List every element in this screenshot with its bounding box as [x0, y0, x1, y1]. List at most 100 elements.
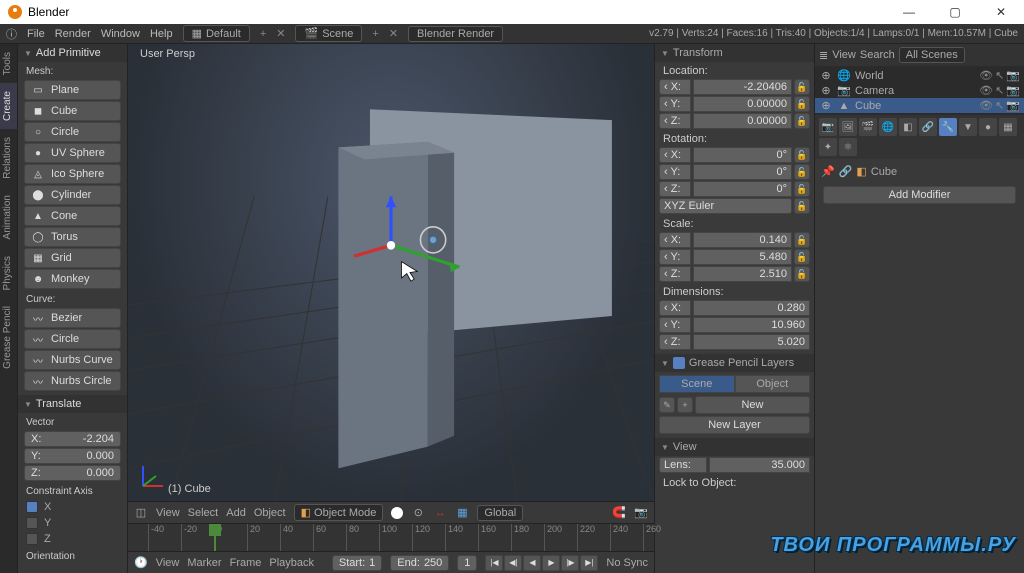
snap-icon[interactable]: 🧲 [612, 506, 626, 520]
prop-tab-data[interactable]: ▼ [959, 118, 977, 136]
timeline-icon[interactable]: 🕐 [134, 556, 148, 569]
renderable-icon[interactable]: 📷 [1006, 99, 1020, 112]
jump-start-button[interactable]: |◀ [485, 555, 503, 571]
mesh-cone-button[interactable]: ▲Cone [24, 206, 121, 226]
constraint-y-check[interactable]: Y [18, 515, 127, 531]
header-select[interactable]: Select [188, 507, 219, 519]
manipulator-icon[interactable]: ↔ [433, 506, 447, 520]
menu-file[interactable]: File [27, 28, 45, 40]
lock-icon[interactable]: 🔓 [794, 249, 810, 265]
add-modifier-dropdown[interactable]: Add Modifier [823, 186, 1016, 204]
translate-y-field[interactable]: Y:0.000 [24, 448, 121, 464]
lens-field[interactable]: 35.000 [709, 457, 810, 473]
mesh-ico-sphere-button[interactable]: ◬Ico Sphere [24, 164, 121, 184]
prop-tab-modifiers[interactable]: 🔧 [939, 118, 957, 136]
checkbox-icon[interactable] [673, 357, 685, 369]
layout-dropdown[interactable]: ▦ Default [183, 25, 250, 42]
gp-new-layer-button[interactable]: New Layer [659, 416, 810, 434]
rot-y-field[interactable]: 0° [693, 164, 792, 180]
timeline[interactable]: -40-200204060801001201401601802002202402… [128, 523, 654, 551]
shading-solid-icon[interactable] [391, 507, 403, 519]
menu-help[interactable]: Help [150, 28, 173, 40]
vtab-relations[interactable]: Relations [0, 129, 17, 187]
playhead[interactable] [214, 524, 216, 551]
mesh-monkey-button[interactable]: ☻Monkey [24, 269, 121, 289]
expand-icon[interactable]: ⊕ [819, 99, 833, 112]
rotation-mode-dropdown[interactable]: XYZ Euler [659, 198, 792, 214]
orientation-dropdown[interactable]: Global [477, 505, 523, 521]
constraint-x-check[interactable]: X [18, 499, 127, 515]
renderable-icon[interactable]: 📷 [1006, 69, 1020, 82]
scale-z-field[interactable]: 2.510 [693, 266, 792, 282]
gp-object-tab[interactable]: Object [735, 375, 811, 393]
editor-type-icon[interactable]: ◫ [134, 506, 148, 520]
layout-remove-icon[interactable]: ✕ [276, 27, 285, 40]
mode-dropdown[interactable]: ◧Object Mode [294, 504, 384, 521]
expand-icon[interactable]: ⊕ [819, 84, 833, 97]
grease-pencil-header[interactable]: Grease Pencil Layers [655, 354, 814, 372]
dim-y-field[interactable]: 10.960 [693, 317, 810, 333]
outliner-item-world[interactable]: ⊕🌐World👁↖📷 [815, 68, 1024, 83]
lock-icon[interactable]: 🔓 [794, 232, 810, 248]
start-frame-field[interactable]: Start:1 [332, 555, 382, 571]
jump-end-button[interactable]: ▶| [580, 555, 598, 571]
sync-dropdown[interactable]: No Sync [606, 557, 648, 569]
constraint-z-check[interactable]: Z [18, 531, 127, 547]
outliner-item-cube[interactable]: ⊕▲Cube👁↖📷 [815, 98, 1024, 113]
pencil-icon[interactable]: ✎ [659, 397, 675, 413]
tl-frame[interactable]: Frame [230, 557, 262, 569]
pin-icon[interactable]: 📌 [821, 165, 835, 178]
mesh-cube-button[interactable]: ◼Cube [24, 101, 121, 121]
vtab-animation[interactable]: Animation [0, 187, 17, 247]
mesh-cylinder-button[interactable]: ⬤Cylinder [24, 185, 121, 205]
visibility-icon[interactable]: 👁 [979, 84, 993, 97]
gp-new-button[interactable]: New [695, 396, 810, 414]
curve-nurbs-curve-button[interactable]: 〰Nurbs Curve [24, 350, 121, 370]
lock-icon[interactable]: 🔓 [794, 164, 810, 180]
mesh-torus-button[interactable]: ◯Torus [24, 227, 121, 247]
close-button[interactable]: ✕ [986, 5, 1016, 19]
vtab-grease-pencil[interactable]: Grease Pencil [0, 298, 17, 377]
pivot-icon[interactable]: ⊙ [411, 506, 425, 520]
prop-tab-world[interactable]: 🌐 [879, 118, 897, 136]
minimize-button[interactable]: — [894, 5, 924, 19]
dim-x-field[interactable]: 0.280 [693, 300, 810, 316]
prop-tab-scene[interactable]: 🎬 [859, 118, 877, 136]
vtab-physics[interactable]: Physics [0, 248, 17, 298]
header-object[interactable]: Object [254, 507, 286, 519]
tl-view[interactable]: View [156, 557, 180, 569]
selectable-icon[interactable]: ↖ [995, 99, 1004, 112]
outliner-filter-dropdown[interactable]: All Scenes [899, 47, 965, 63]
layers-icon[interactable]: ▦ [455, 506, 469, 520]
prop-tab-physics[interactable]: ⚛ [839, 138, 857, 156]
link-icon[interactable]: 🔗 [839, 165, 853, 178]
plus-icon[interactable]: + [677, 397, 693, 413]
translate-z-field[interactable]: Z:0.000 [24, 465, 121, 481]
expand-icon[interactable]: ⊕ [819, 69, 833, 82]
lock-icon[interactable]: 🔓 [794, 198, 810, 214]
prop-tab-render[interactable]: 📷 [819, 118, 837, 136]
gp-scene-tab[interactable]: Scene [659, 375, 735, 393]
lock-icon[interactable]: 🔓 [794, 96, 810, 112]
prop-tab-object[interactable]: ◧ [899, 118, 917, 136]
keyframe-next-button[interactable]: |▶ [561, 555, 579, 571]
mesh-uv-sphere-button[interactable]: ●UV Sphere [24, 143, 121, 163]
gp-source-toggle[interactable]: SceneObject [659, 375, 810, 393]
rot-z-field[interactable]: 0° [693, 181, 792, 197]
prop-tab-layers[interactable]: 🖼 [839, 118, 857, 136]
vtab-create[interactable]: Create [0, 83, 17, 129]
scale-y-field[interactable]: 5.480 [693, 249, 792, 265]
scene-add-icon[interactable]: + [372, 28, 378, 40]
outliner-item-camera[interactable]: ⊕📷Camera👁↖📷 [815, 83, 1024, 98]
engine-dropdown[interactable]: Blender Render [408, 26, 503, 42]
info-icon[interactable]: ⓘ [6, 26, 17, 42]
3d-viewport[interactable]: User Persp [128, 44, 654, 501]
dim-z-field[interactable]: 5.020 [693, 334, 810, 350]
header-view[interactable]: View [156, 507, 180, 519]
tl-playback[interactable]: Playback [269, 557, 314, 569]
loc-z-field[interactable]: 0.00000 [693, 113, 792, 129]
mesh-grid-button[interactable]: ▦Grid [24, 248, 121, 268]
curve-nurbs-circle-button[interactable]: 〰Nurbs Circle [24, 371, 121, 391]
play-reverse-button[interactable]: ◀ [523, 555, 541, 571]
play-button[interactable]: ▶ [542, 555, 560, 571]
